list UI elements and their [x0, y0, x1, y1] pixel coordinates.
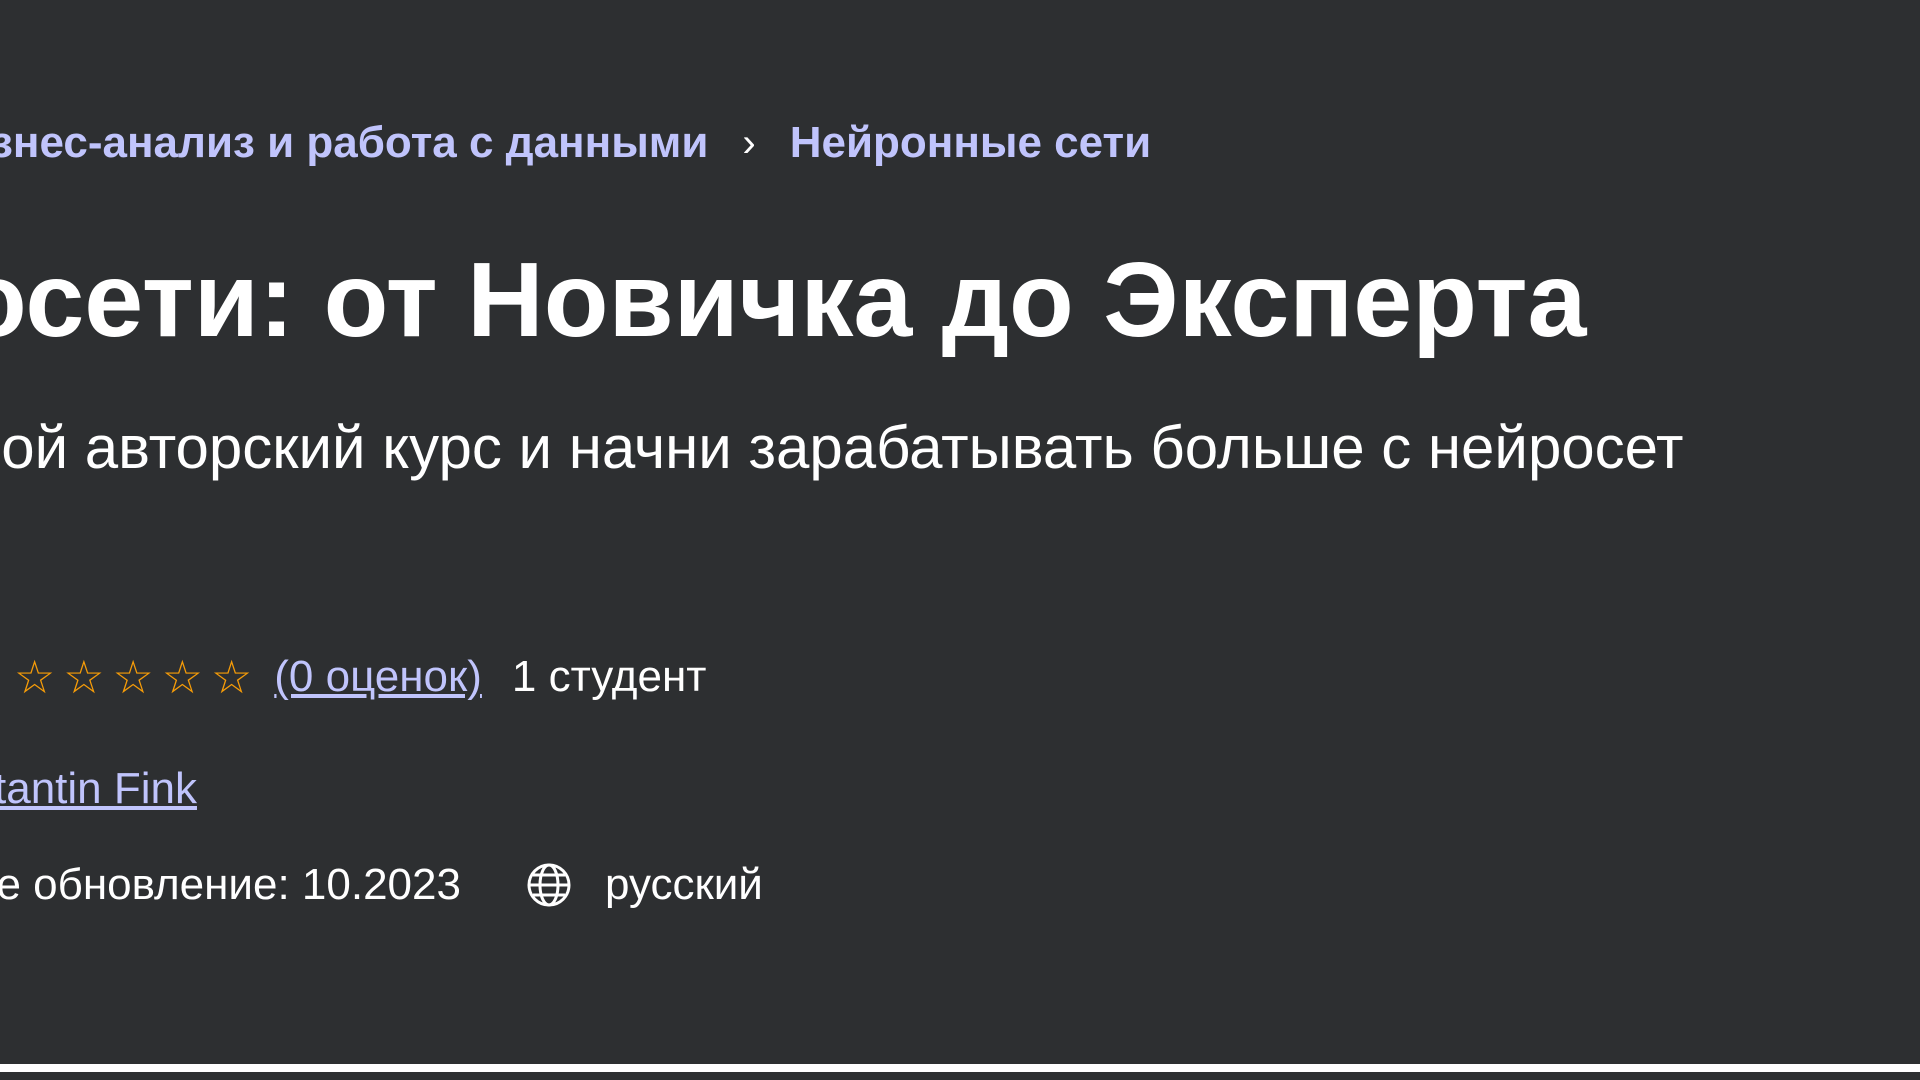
breadcrumb-subcategory-link[interactable]: Нейронные сети [790, 118, 1151, 168]
chevron-right-icon: › [742, 120, 756, 165]
star-outline-icon: ☆ [63, 650, 105, 704]
rating-row: 0 ☆ ☆ ☆ ☆ ☆ (0 оценок) 1 студент [0, 652, 706, 702]
bottom-divider [0, 1064, 1920, 1072]
course-title: осети: от Новичка до Эксперта [0, 241, 1587, 359]
star-outline-icon: ☆ [112, 650, 154, 704]
ratings-count-link[interactable]: (0 оценок) [274, 652, 482, 702]
star-outline-icon: ☆ [161, 650, 203, 704]
author-row: stantin Fink [0, 764, 197, 814]
course-subtitle: мой авторский курс и начни зарабатывать … [0, 414, 1684, 481]
breadcrumb-category-link[interactable]: изнес-анализ и работа с данными [0, 118, 708, 168]
meta-row: ее обновление: 10.2023 русский [0, 860, 763, 910]
star-outline-icon: ☆ [14, 650, 56, 704]
star-outline-icon: ☆ [211, 650, 253, 704]
course-language: русский [604, 860, 763, 909]
students-count: 1 студент [511, 652, 707, 701]
instructor-link[interactable]: stantin Fink [0, 764, 197, 813]
star-rating: ☆ ☆ ☆ ☆ ☆ [14, 654, 260, 700]
last-updated: ее обновление: 10.2023 [0, 860, 461, 909]
course-hero: изнес-анализ и работа с данными › Нейрон… [0, 0, 1920, 1072]
globe-icon [525, 861, 573, 909]
breadcrumb: изнес-анализ и работа с данными › Нейрон… [0, 118, 1151, 168]
